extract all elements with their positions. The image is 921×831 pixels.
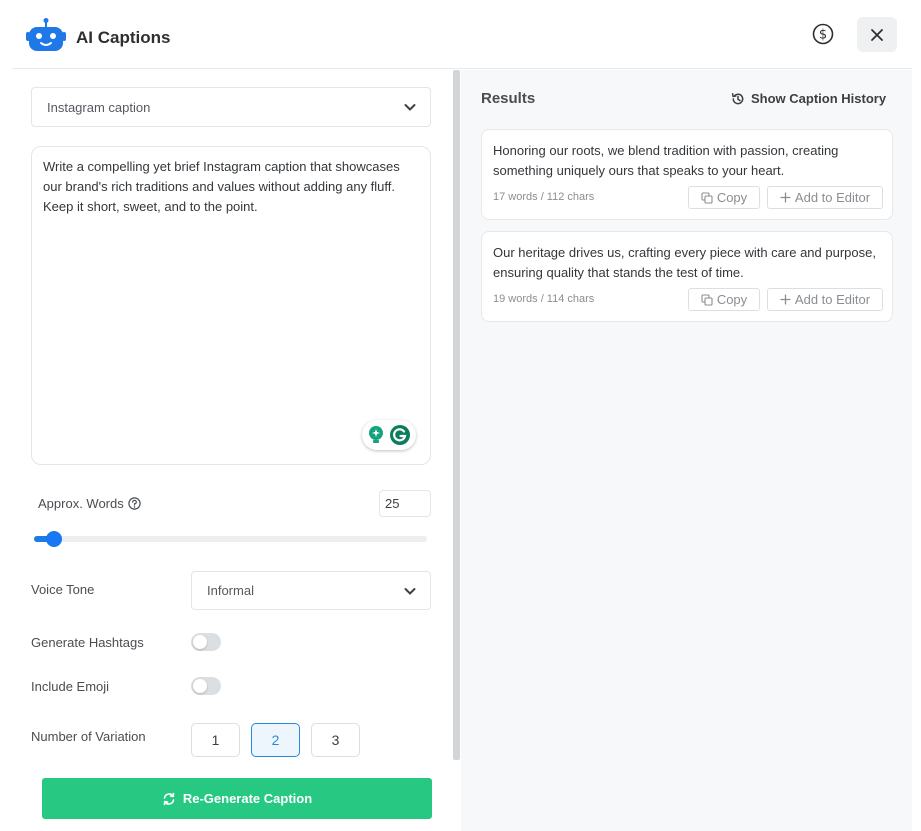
hashtags-toggle[interactable] bbox=[191, 633, 221, 651]
plus-icon bbox=[780, 192, 791, 203]
regenerate-caption-button[interactable]: Re-Generate Caption bbox=[42, 778, 432, 819]
chevron-down-icon bbox=[404, 587, 416, 595]
approx-words-input[interactable]: 25 bbox=[379, 490, 431, 517]
robot-icon bbox=[26, 18, 66, 51]
result-meta: 17 words / 112 chars bbox=[493, 191, 595, 203]
add-to-editor-button[interactable]: Add to Editor bbox=[767, 288, 883, 311]
hashtags-label: Generate Hashtags bbox=[31, 635, 144, 650]
lightbulb-icon bbox=[369, 426, 383, 443]
voice-tone-label: Voice Tone bbox=[31, 582, 95, 597]
copy-icon bbox=[701, 293, 713, 306]
close-button[interactable] bbox=[857, 17, 897, 52]
close-icon bbox=[871, 28, 883, 41]
settings-scrollbar[interactable] bbox=[453, 70, 460, 760]
results-title: Results bbox=[481, 90, 536, 107]
result-text: Our heritage drives us, crafting every p… bbox=[493, 245, 876, 280]
show-history-button[interactable]: Show Caption History bbox=[731, 91, 886, 106]
caption-type-value: Instagram caption bbox=[47, 99, 151, 115]
variation-option-2[interactable]: 2 bbox=[251, 723, 300, 757]
help-circle-icon[interactable] bbox=[128, 497, 141, 510]
toggle-knob bbox=[193, 635, 207, 649]
prompt-text: Write a compelling yet brief Instagram c… bbox=[43, 159, 400, 214]
result-text: Honoring our roots, we blend tradition w… bbox=[493, 143, 839, 178]
refresh-icon bbox=[163, 792, 175, 805]
caption-settings-panel: Instagram caption Write a compelling yet… bbox=[12, 70, 452, 831]
app-title: AI Captions bbox=[76, 28, 171, 47]
copy-icon bbox=[701, 191, 713, 204]
variation-option-1[interactable]: 1 bbox=[191, 723, 240, 757]
svg-text:$: $ bbox=[819, 28, 827, 43]
toggle-knob bbox=[193, 679, 207, 693]
add-to-editor-button[interactable]: Add to Editor bbox=[767, 186, 883, 209]
voice-tone-select[interactable]: Informal bbox=[191, 571, 431, 610]
copy-button[interactable]: Copy bbox=[688, 186, 760, 209]
result-meta: 19 words / 114 chars bbox=[493, 293, 595, 305]
variations-label: Number of Variation bbox=[31, 729, 146, 744]
regenerate-label: Re-Generate Caption bbox=[182, 791, 313, 806]
variation-option-3[interactable]: 3 bbox=[311, 723, 360, 757]
slider-thumb[interactable] bbox=[45, 531, 62, 547]
emoji-toggle[interactable] bbox=[191, 677, 221, 695]
grammarly-icon bbox=[390, 425, 410, 445]
result-card: Honoring our roots, we blend tradition w… bbox=[481, 129, 893, 220]
approx-words-slider[interactable] bbox=[34, 531, 427, 547]
emoji-label: Include Emoji bbox=[31, 679, 110, 694]
history-icon bbox=[731, 92, 744, 104]
result-card: Our heritage drives us, crafting every p… bbox=[481, 231, 893, 322]
history-label: Show Caption History bbox=[751, 91, 887, 106]
prompt-textarea[interactable]: Write a compelling yet brief Instagram c… bbox=[31, 146, 431, 465]
plus-icon bbox=[780, 294, 791, 305]
copy-button[interactable]: Copy bbox=[688, 288, 760, 311]
dollar-circle-icon[interactable]: $ bbox=[812, 23, 834, 45]
grammarly-widget[interactable] bbox=[362, 420, 416, 450]
results-panel: Results Show Caption History Honoring ou… bbox=[461, 70, 912, 831]
header-bar: AI Captions $ bbox=[12, 0, 912, 69]
voice-tone-value: Informal bbox=[207, 583, 254, 598]
chevron-down-icon bbox=[404, 104, 416, 111]
approx-words-label: Approx. Words bbox=[38, 496, 141, 511]
caption-type-select[interactable]: Instagram caption bbox=[31, 87, 431, 127]
